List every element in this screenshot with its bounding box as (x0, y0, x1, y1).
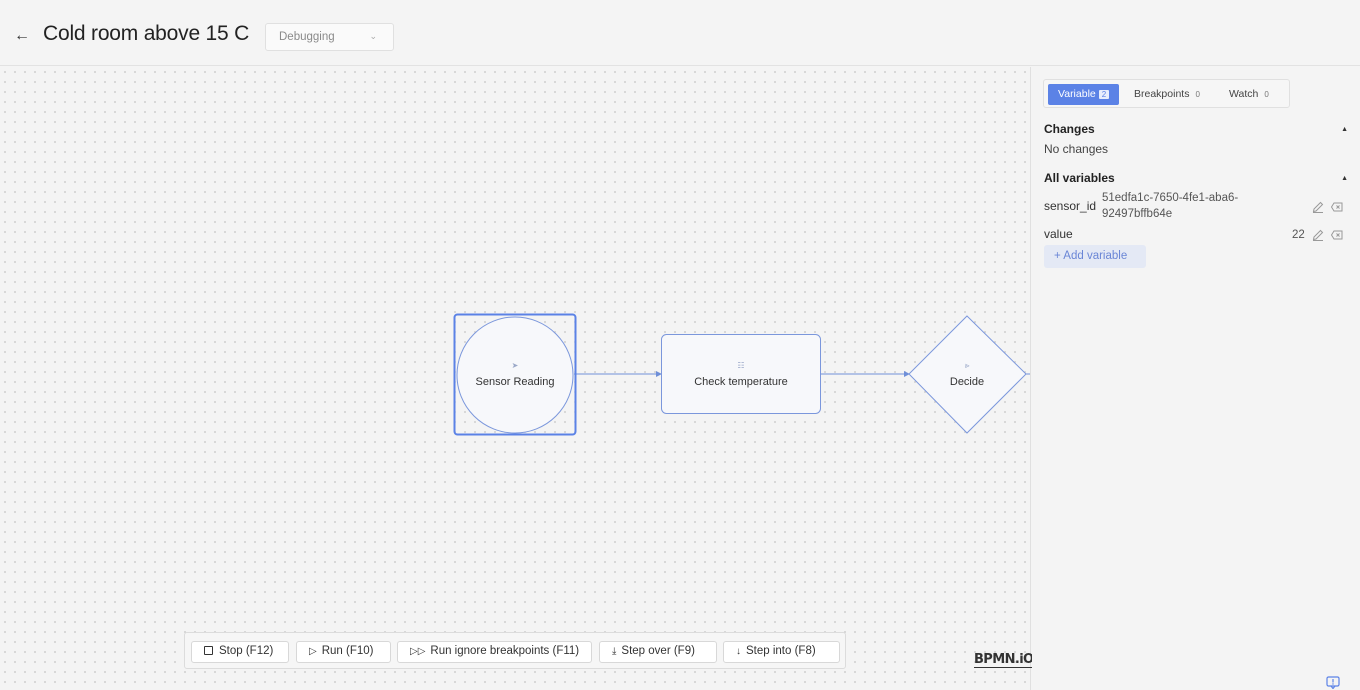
tab-breakpoints[interactable]: Breakpoints 0 (1124, 84, 1213, 105)
rocket-icon: ➤ (512, 361, 519, 370)
page-title: Cold room above 15 C (43, 22, 250, 45)
run-ignore-label: Run ignore breakpoints (F11) (430, 645, 580, 657)
arrow-down-icon: ↓ (736, 646, 741, 657)
delete-icon[interactable] (1330, 200, 1344, 214)
variable-name: sensor_id (1044, 199, 1097, 213)
mode-select[interactable]: Debugging ⌄ (265, 23, 394, 51)
debugger-app: ← Cold room above 15 C Debugging ⌄ ➤ Sen… (0, 0, 1360, 690)
tab-variable-label: Variable (1058, 88, 1096, 100)
add-variable-label: Add variable (1063, 250, 1128, 262)
arrow-left-icon[interactable]: ← (12, 26, 32, 46)
bpmn-io-logo[interactable]: BPMN.iO (974, 652, 1034, 668)
plus-icon: + (1054, 250, 1061, 262)
gateway-node[interactable]: ⪢ Decide (908, 315, 1027, 434)
run-label: Run (F10) (321, 645, 374, 657)
task-node[interactable]: ☷ Check temperature (661, 334, 821, 414)
tab-variable-count: 2 (1098, 90, 1110, 99)
changes-empty-text: No changes (1044, 142, 1109, 156)
add-variable-button[interactable]: + Add variable (1044, 245, 1146, 268)
edit-icon[interactable] (1311, 200, 1325, 214)
play-icon: ▷ (309, 646, 317, 657)
tab-watch-count: 0 (1264, 90, 1269, 99)
variable-value: 22 (1292, 229, 1305, 241)
stop-label: Stop (F12) (219, 645, 274, 657)
variable-value-line1: 51edfa1c-7650-4fe1-aba6- (1102, 192, 1239, 204)
diagram-canvas[interactable]: ➤ Sensor Reading ☷ Check temperature ⪢ D… (0, 67, 1031, 690)
all-variables-title: All variables (1044, 171, 1115, 185)
tab-variable[interactable]: Variable 2 (1048, 84, 1120, 105)
stop-icon (204, 646, 213, 655)
delete-icon[interactable] (1330, 228, 1344, 242)
debug-toolbar: Stop (F12) ▷ Run (F10) ▷▷ Run ignore break… (184, 632, 846, 669)
split-icon: ⪢ (964, 361, 970, 370)
start-event-label: Sensor Reading (476, 376, 555, 388)
task-label: Check temperature (694, 376, 788, 388)
variable-value: 51edfa1c-7650-4fe1-aba6- 92497bffb64e (1102, 190, 1238, 222)
step-into-button[interactable]: ↓ Step into (F8) (723, 641, 840, 663)
edit-icon[interactable] (1311, 228, 1325, 242)
tab-breakpoints-label: Breakpoints (1134, 88, 1190, 100)
fast-forward-icon: ▷▷ (410, 646, 426, 657)
step-over-label: Step over (F9) (621, 645, 695, 657)
gateway-label: Decide (950, 376, 984, 388)
step-into-label: Step into (F8) (746, 645, 816, 657)
step-over-icon: ⤓ (612, 646, 617, 657)
diagram-svg: ➤ Sensor Reading ☷ Check temperature ⪢ D… (453, 313, 1030, 436)
collapse-changes-icon[interactable]: ▲ (1341, 126, 1348, 133)
debug-panel: Variable 2 Breakpoints 0 Watch 0 Changes ▲ … (1032, 67, 1360, 690)
stop-button[interactable]: Stop (F12) (191, 641, 289, 663)
tab-watch-label: Watch (1229, 88, 1259, 100)
tab-breakpoints-count: 0 (1195, 90, 1200, 99)
panel-tabs: Variable 2 Breakpoints 0 Watch 0 (1043, 79, 1290, 108)
run-ignore-breakpoints-button[interactable]: ▷▷ Run ignore breakpoints (F11) (397, 641, 592, 663)
step-over-button[interactable]: ⤓ Step over (F9) (599, 641, 717, 663)
header: ← Cold room above 15 C Debugging ⌄ (0, 0, 1360, 66)
variable-name: value (1044, 227, 1073, 241)
mode-select-value: Debugging (279, 31, 335, 43)
feedback-icon[interactable] (1326, 676, 1340, 689)
start-event-node[interactable]: ➤ Sensor Reading (453, 313, 577, 436)
variable-value-line2: 92497bffb64e (1102, 208, 1173, 220)
run-button[interactable]: ▷ Run (F10) (296, 641, 391, 663)
collapse-variables-icon[interactable]: ▲ (1341, 175, 1348, 182)
rule-icon: ☷ (737, 361, 744, 370)
chevron-down-icon: ⌄ (369, 31, 377, 41)
tab-watch[interactable]: Watch 0 (1219, 84, 1282, 105)
changes-title: Changes (1044, 122, 1095, 136)
